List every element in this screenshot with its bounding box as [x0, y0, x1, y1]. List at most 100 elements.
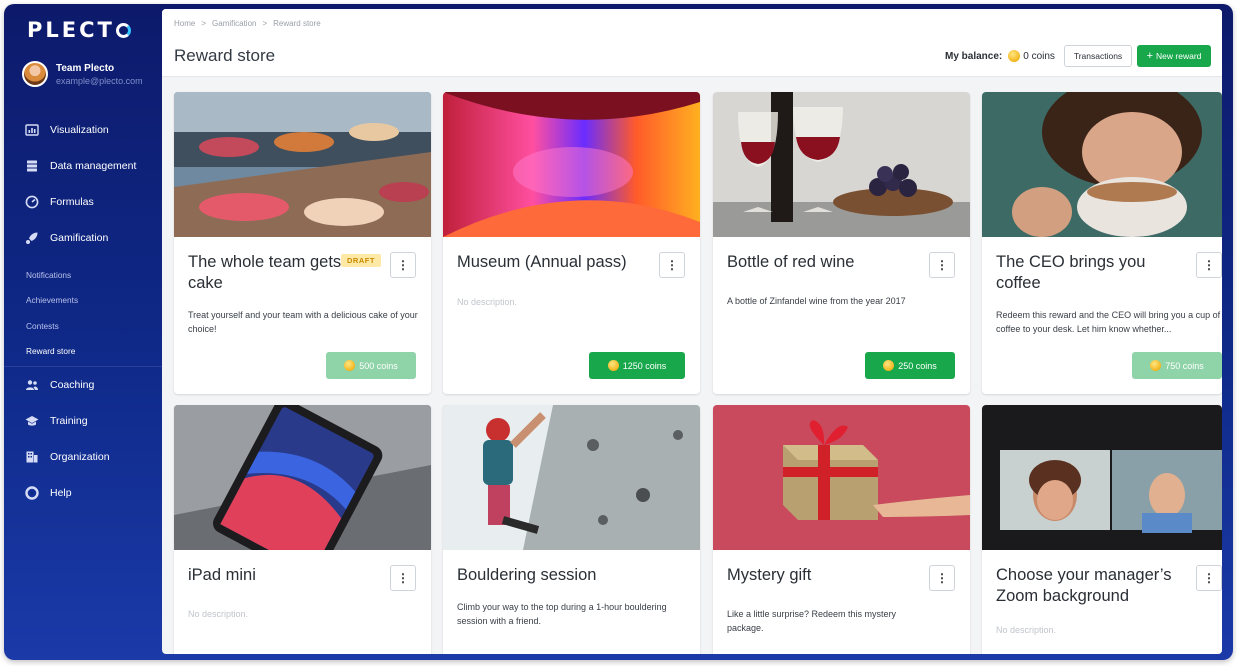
plus-icon: +	[1146, 50, 1154, 62]
ipad-image	[174, 405, 431, 550]
card-title: The whole team gets cake	[188, 253, 342, 292]
breadcrumb-reward-store: Reward store	[273, 19, 321, 28]
reward-card-museum[interactable]: Museum (Annual pass) ⋮ No description. 1…	[443, 92, 700, 394]
user-name: Team Plecto	[56, 62, 115, 74]
balance-display: My balance: 0 coins	[945, 50, 1055, 62]
card-description: A bottle of Zinfandel wine from the year…	[727, 296, 906, 306]
reward-card-wine[interactable]: Bottle of red wine ⋮ A bottle of Zinfand…	[713, 92, 970, 394]
sidebar-item-training[interactable]: Training	[4, 403, 162, 439]
sidebar-subitem-achievements[interactable]: Achievements	[4, 288, 162, 314]
building-icon	[25, 450, 39, 464]
chevron-right-icon: >	[262, 19, 268, 28]
gauge-icon	[25, 195, 39, 209]
museum-image	[443, 92, 700, 237]
price-label: 500 coins	[359, 360, 398, 371]
user-email: example@plecto.com	[56, 75, 143, 86]
card-title: iPad mini	[188, 566, 256, 584]
sidebar-item-label: Gamification	[50, 232, 109, 244]
sidebar-item-data-management[interactable]: Data management	[4, 148, 162, 184]
card-title: Choose your manager’s Zoom background	[996, 566, 1172, 605]
sidebar-item-label: Formulas	[50, 196, 94, 208]
zoom-call-image	[982, 405, 1222, 550]
coin-icon	[607, 360, 619, 371]
sidebar-nav: Visualization Data management Formulas G…	[4, 112, 162, 511]
main-content: Home > Gamification > Reward store Reward st…	[162, 9, 1222, 654]
logo-o-icon	[115, 23, 131, 38]
sidebar-item-label: Coaching	[50, 379, 95, 391]
card-description: Like a little surprise? Redeem this myst…	[727, 609, 897, 633]
reward-card-bouldering[interactable]: Bouldering session Climb your way to the…	[443, 405, 700, 654]
gift-image	[713, 405, 970, 550]
card-description: Redeem this reward and the CEO will brin…	[996, 310, 1221, 334]
reward-card-coffee[interactable]: The CEO brings you coffee ⋮ Redeem this …	[982, 92, 1222, 394]
card-description: No description.	[188, 609, 249, 619]
lifebuoy-icon	[25, 486, 39, 500]
rocket-icon	[25, 231, 39, 245]
page-header: Home > Gamification > Reward store Reward st…	[162, 9, 1222, 77]
redeem-button[interactable]: 750 coins	[1132, 352, 1222, 379]
reward-card-ipad[interactable]: iPad mini ⋮ No description.	[174, 405, 431, 654]
sidebar-item-label: Help	[50, 487, 72, 499]
sidebar-subitem-contests[interactable]: Contests	[4, 313, 162, 339]
more-options-icon[interactable]: ⋮	[929, 565, 955, 591]
card-description: Climb your way to the top during a 1-hou…	[457, 602, 667, 626]
sidebar-item-formulas[interactable]: Formulas	[4, 184, 162, 220]
card-title: The CEO brings you coffee	[996, 253, 1146, 292]
more-options-icon[interactable]: ⋮	[390, 252, 416, 278]
graduation-cap-icon	[25, 414, 39, 428]
reward-card-cake[interactable]: The whole team gets cake DRAFT ⋮ Treat y…	[174, 92, 431, 394]
sidebar-item-label: Organization	[50, 451, 110, 463]
coin-icon	[883, 360, 895, 371]
more-options-icon[interactable]: ⋮	[929, 252, 955, 278]
reward-card-mystery-gift[interactable]: Mystery gift ⋮ Like a little surprise? R…	[713, 405, 970, 654]
coin-icon	[344, 360, 356, 371]
avatar	[22, 61, 48, 87]
reward-card-zoom-background[interactable]: Choose your manager’s Zoom background ⋮ …	[982, 405, 1222, 654]
card-title: Bottle of red wine	[727, 253, 855, 271]
breadcrumb-home[interactable]: Home	[174, 19, 195, 28]
bouldering-image	[443, 405, 700, 550]
price-label: 1250 coins	[622, 360, 667, 371]
sidebar-item-visualization[interactable]: Visualization	[4, 112, 162, 148]
plecto-logo[interactable]: PLECT	[27, 18, 131, 42]
sidebar-item-label: Visualization	[50, 124, 109, 136]
coin-icon	[1150, 360, 1162, 371]
breadcrumb-gamification[interactable]: Gamification	[212, 19, 256, 28]
sidebar-item-gamification[interactable]: Gamification	[4, 220, 162, 256]
cake-image	[174, 92, 431, 237]
coin-icon	[1008, 50, 1021, 62]
sidebar-item-label: Data management	[50, 160, 137, 172]
wine-image	[713, 92, 970, 237]
price-label: 750 coins	[1165, 360, 1204, 371]
more-options-icon[interactable]: ⋮	[1196, 565, 1222, 591]
redeem-button[interactable]: 250 coins	[865, 352, 955, 379]
transactions-button[interactable]: Transactions	[1064, 45, 1132, 67]
chevron-right-icon: >	[201, 19, 207, 28]
sidebar-item-organization[interactable]: Organization	[4, 439, 162, 475]
card-description: Treat yourself and your team with a deli…	[188, 310, 418, 334]
sidebar-item-label: Training	[50, 415, 88, 427]
page-title: Reward store	[174, 46, 276, 65]
more-options-icon[interactable]: ⋮	[659, 252, 685, 278]
chart-icon	[25, 123, 39, 137]
card-description: No description.	[457, 297, 518, 307]
user-profile[interactable]: Team Plecto example@plecto.com	[22, 61, 143, 87]
more-options-icon[interactable]: ⋮	[390, 565, 416, 591]
sidebar: PLECT Team Plecto example@plecto.com Vis…	[4, 4, 162, 660]
breadcrumb: Home > Gamification > Reward store	[174, 19, 321, 28]
balance-value: 0 coins	[1023, 50, 1055, 62]
card-title: Mystery gift	[727, 566, 812, 584]
redeem-button[interactable]: 1250 coins	[589, 352, 685, 379]
card-description: No description.	[996, 625, 1057, 635]
sidebar-item-help[interactable]: Help	[4, 475, 162, 511]
new-reward-label: New reward	[1156, 51, 1202, 61]
sidebar-subitem-notifications[interactable]: Notifications	[4, 262, 162, 288]
sidebar-item-coaching[interactable]: Coaching	[4, 367, 162, 403]
new-reward-button[interactable]: + New reward	[1137, 45, 1211, 67]
people-icon	[25, 378, 39, 392]
more-options-icon[interactable]: ⋮	[1196, 252, 1222, 278]
redeem-button[interactable]: 500 coins	[326, 352, 416, 379]
card-title: Bouldering session	[457, 566, 597, 584]
sidebar-subitem-reward-store[interactable]: Reward store	[4, 339, 162, 365]
logo-text: PLECT	[27, 18, 115, 42]
